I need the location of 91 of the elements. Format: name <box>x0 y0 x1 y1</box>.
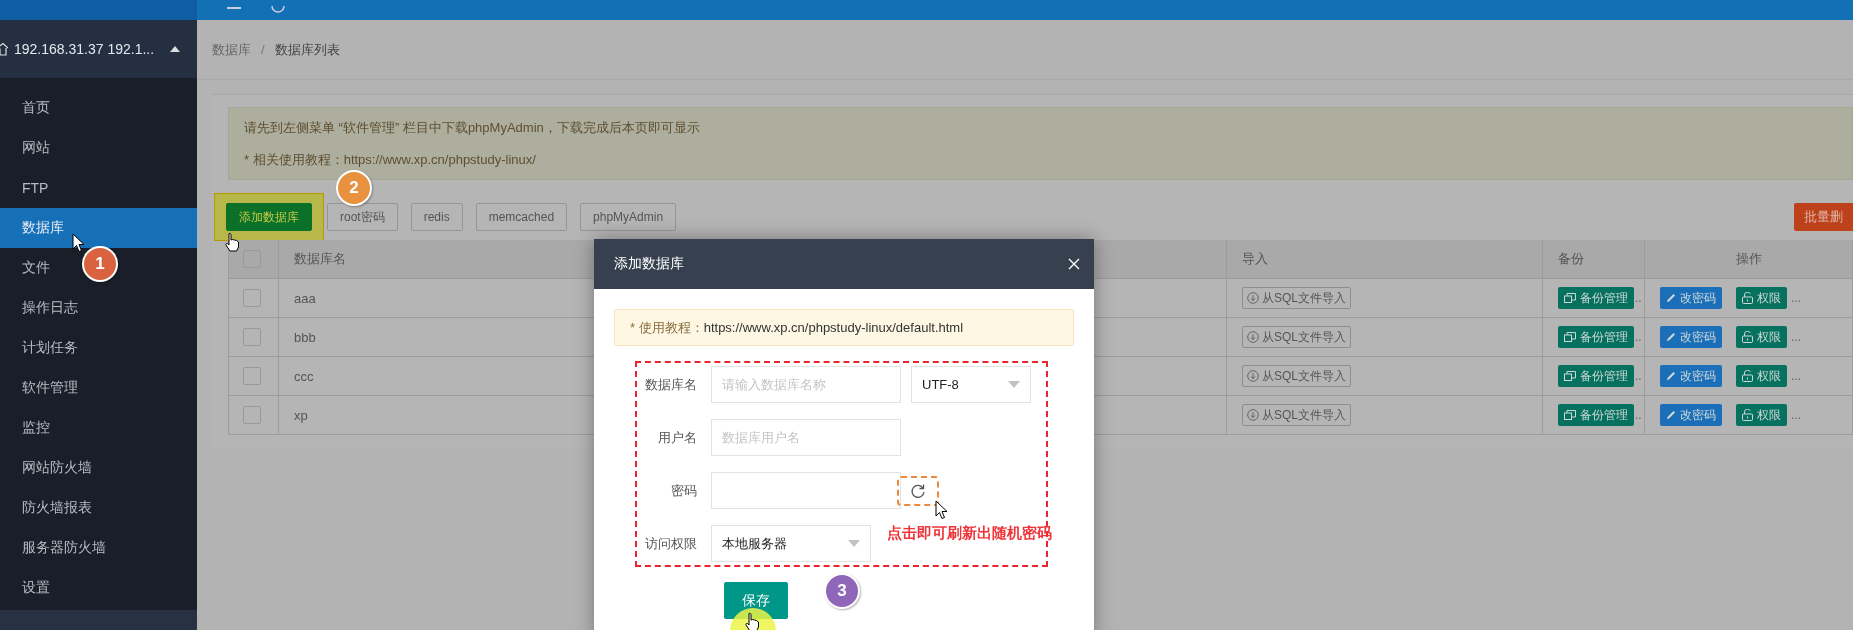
lock-icon <box>1742 409 1753 421</box>
notice-text: 请先到左侧菜单 “软件管理” 栏目中下载phpMyAdmin，下载完成后本页即可显示 <box>244 118 701 137</box>
download-icon <box>1247 331 1259 343</box>
row-checkbox[interactable] <box>243 289 261 307</box>
column-header: 操作 <box>1645 240 1853 279</box>
row-checkbox[interactable] <box>243 406 261 424</box>
permissions-button[interactable]: 权限 <box>1736 326 1787 348</box>
row-checkbox[interactable] <box>243 328 261 346</box>
more-text: ... <box>1791 291 1801 305</box>
hand-cursor-icon <box>224 232 240 252</box>
dialog-title: 添加数据库 <box>614 255 684 273</box>
access-select[interactable]: 本地服务器 <box>711 525 871 562</box>
field-label: 密码 <box>670 481 698 500</box>
caret-icon <box>1008 381 1020 388</box>
import-button[interactable]: 从SQL文件导入 <box>1242 404 1351 426</box>
column-header: 备份 <box>1543 240 1645 279</box>
cursor-arrow-icon <box>935 500 948 520</box>
tutorial-link[interactable]: https://www.xp.cn/phpstudy-linux/default.html <box>703 320 964 335</box>
pencil-icon <box>1666 293 1676 303</box>
copy-icon <box>1564 371 1576 381</box>
sidebar-item[interactable]: 网站防火墙 <box>22 448 92 488</box>
pencil-icon <box>1666 371 1676 381</box>
copy-icon <box>1564 332 1576 342</box>
more-text: .. <box>1635 369 1642 383</box>
import-button[interactable]: 从SQL文件导入 <box>1242 365 1351 387</box>
sidebar-item[interactable]: 数据库 <box>0 208 197 248</box>
sidebar-item[interactable]: 网站 <box>22 128 50 168</box>
permissions-button[interactable]: 权限 <box>1736 404 1787 426</box>
breadcrumb-separator: / <box>261 42 265 57</box>
row-checkbox[interactable] <box>243 367 261 385</box>
import-button[interactable]: 从SQL文件导入 <box>1242 287 1351 309</box>
charset-select[interactable]: UTF-8 <box>911 366 1031 403</box>
lock-icon <box>1742 292 1753 304</box>
toolbar-button[interactable]: redis <box>410 203 463 231</box>
server-selector[interactable]: 192.168.31.37 192.1... <box>0 20 197 78</box>
lock-icon <box>1742 370 1753 382</box>
toolbar-button[interactable]: memcached <box>475 203 568 231</box>
caret-icon <box>848 540 860 547</box>
notice-label: * 使用教程： <box>630 318 704 337</box>
hand-cursor-icon <box>744 612 760 630</box>
sidebar-item[interactable]: 软件管理 <box>22 368 78 408</box>
password-field[interactable] <box>711 472 901 509</box>
sidebar-item[interactable]: 防火墙报表 <box>22 488 92 528</box>
toolbar-button[interactable]: phpMyAdmin <box>580 203 677 231</box>
more-text: ... <box>1791 408 1801 422</box>
lock-icon <box>1742 331 1753 343</box>
input-field[interactable]: 数据库用户名 <box>711 419 901 456</box>
sidebar-item[interactable]: 服务器防火墙 <box>22 528 106 568</box>
notice-text: * 相关使用教程：https://www.xp.cn/phpstudy-linux/ <box>244 150 537 169</box>
backup-button[interactable]: 备份管理 <box>1558 365 1634 387</box>
backup-button[interactable]: 备份管理 <box>1558 326 1634 348</box>
annotation-hint: 点击即可刷新出随机密码 <box>887 524 1052 543</box>
sidebar-item[interactable]: 文件 <box>22 248 50 288</box>
add-database-button[interactable]: 添加数据库 <box>226 203 312 231</box>
import-button[interactable]: 从SQL文件导入 <box>1242 326 1351 348</box>
field-label: 数据库名 <box>644 375 698 394</box>
pencil-icon <box>1666 410 1676 420</box>
pencil-icon <box>1666 332 1676 342</box>
more-text: .. <box>1635 408 1642 422</box>
more-text: .. <box>1635 330 1642 344</box>
sidebar-item[interactable]: FTP <box>22 168 49 208</box>
sidebar-item[interactable]: 首页 <box>22 88 50 128</box>
sidebar-item[interactable]: 监控 <box>22 408 50 448</box>
backup-button[interactable]: 备份管理 <box>1558 404 1634 426</box>
sidebar-item[interactable]: 操作日志 <box>22 288 78 328</box>
change-password-button[interactable]: 改密码 <box>1660 404 1722 426</box>
breadcrumb-current: 数据库列表 <box>274 40 340 59</box>
column-header: 导入 <box>1227 240 1543 279</box>
sidebar-item[interactable]: 设置 <box>22 568 50 608</box>
download-icon <box>1247 409 1259 421</box>
permissions-button[interactable]: 权限 <box>1736 287 1787 309</box>
breadcrumb-link[interactable]: 数据库 <box>212 40 251 59</box>
change-password-button[interactable]: 改密码 <box>1660 365 1722 387</box>
bulk-delete-button[interactable]: 批量删 <box>1794 203 1853 231</box>
cursor-arrow-icon <box>72 233 85 253</box>
field-label: 访问权限 <box>644 534 698 553</box>
copy-icon <box>1564 293 1576 303</box>
permissions-button[interactable]: 权限 <box>1736 365 1787 387</box>
home-icon <box>0 42 8 56</box>
more-text: .. <box>1635 291 1642 305</box>
download-icon <box>1247 370 1259 382</box>
copy-icon <box>1564 410 1576 420</box>
caret-up-icon <box>170 46 181 52</box>
change-password-button[interactable]: 改密码 <box>1660 287 1722 309</box>
change-password-button[interactable]: 改密码 <box>1660 326 1722 348</box>
more-text: ... <box>1791 330 1801 344</box>
backup-button[interactable]: 备份管理 <box>1558 287 1634 309</box>
sidebar-item[interactable]: 计划任务 <box>22 328 78 368</box>
more-text: ... <box>1791 369 1801 383</box>
close-button[interactable] <box>1068 258 1080 270</box>
download-icon <box>1247 292 1259 304</box>
